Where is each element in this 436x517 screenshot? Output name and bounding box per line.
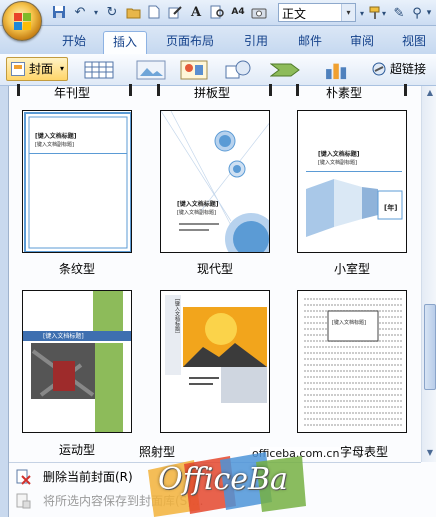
dropdown-arrow-icon[interactable]: ▾ xyxy=(92,3,100,21)
globe-link-icon xyxy=(372,62,386,76)
ribbon-tabs: 开始 插入 页面布局 引用 邮件 审阅 视图 xyxy=(0,26,436,54)
tab-insert[interactable]: 插入 xyxy=(103,31,147,54)
cover-title-text: [键入文档标题] xyxy=(43,333,84,340)
cover-subtitle-text: [键入文档副标题] xyxy=(177,210,216,216)
watermark-brand: OfficeBa xyxy=(158,462,288,497)
chart-icon[interactable] xyxy=(322,60,352,80)
font-name-field[interactable]: 正文 ▾ xyxy=(278,3,356,22)
cover-title-text: [键入文档标题] xyxy=(177,201,219,208)
save-icon[interactable] xyxy=(50,3,68,21)
font-name-value: 正文 xyxy=(282,7,307,21)
scroll-up-icon[interactable]: ▲ xyxy=(423,86,436,100)
camera-icon[interactable] xyxy=(250,3,268,21)
clip-art-icon[interactable] xyxy=(180,60,208,80)
spelling-icon[interactable]: A4 xyxy=(229,3,247,21)
cover-thumbnail-alphabet[interactable]: [键入文档标题] xyxy=(297,290,407,433)
redo-icon[interactable]: ↻ xyxy=(103,3,121,21)
cover-thumbnail-cubicles[interactable]: [键入文档标题] [键入文档副标题] [年] xyxy=(297,110,407,253)
scroll-thumb[interactable] xyxy=(424,304,436,390)
customize-icon[interactable]: ▾ xyxy=(424,4,434,22)
gallery-scrollbar[interactable]: ▲ ▼ xyxy=(421,86,436,462)
edit-icon[interactable] xyxy=(166,3,184,21)
office-button[interactable] xyxy=(2,1,42,41)
cover-title-text: [键入文档标题] xyxy=(332,320,366,326)
dropdown-arrow-icon[interactable]: ▾ xyxy=(358,4,366,22)
dropdown-arrow-icon: ▾ xyxy=(59,64,64,73)
cover-thumbnail-motion[interactable]: [年] [键入文档标题] xyxy=(22,290,132,433)
shapes-icon[interactable] xyxy=(224,60,252,80)
find-icon[interactable] xyxy=(208,3,226,21)
office-logo-icon xyxy=(14,13,31,30)
picture-icon[interactable] xyxy=(136,60,166,80)
cover-page-label: 封面 xyxy=(29,62,54,76)
gallery-label-annual[interactable]: 年刊型 xyxy=(17,84,127,101)
smartart-icon[interactable] xyxy=(270,60,304,80)
cover-thumbnail-stripes[interactable]: [键入文档标题] [键入文档副标题] xyxy=(22,110,132,253)
cover-thumbnail-exposure[interactable]: [键入文档标题] xyxy=(160,290,270,433)
gallery-label-puzzle[interactable]: 拼板型 xyxy=(157,84,267,101)
tab-page-layout[interactable]: 页面布局 xyxy=(158,31,222,54)
save-to-gallery-icon xyxy=(16,493,31,509)
ribbon-insert-group: 封面 ▾ 超链接 xyxy=(0,54,436,86)
cover-title-text: [键入文档标题] xyxy=(174,299,180,333)
cover-page-button[interactable]: 封面 ▾ xyxy=(6,57,68,81)
gallery-label-plain[interactable]: 朴素型 xyxy=(289,84,399,101)
text-a-icon[interactable]: A xyxy=(187,3,205,21)
scroll-down-icon[interactable]: ▼ xyxy=(423,446,436,460)
cover-year-tag: [年] xyxy=(384,204,398,212)
cover-subtitle-text: [键入文档副标题] xyxy=(35,142,74,148)
cover-title-text: [键入文档标题] xyxy=(35,133,77,140)
font-dropdown-icon[interactable]: ▾ xyxy=(341,4,355,21)
remove-cover-icon xyxy=(16,469,31,485)
table-icon[interactable] xyxy=(84,60,114,80)
cover-label-cubicles: 小室型 xyxy=(333,262,370,276)
cover-label-stripes: 条纹型 xyxy=(58,262,95,276)
remove-cover-label: 删除当前封面(R) xyxy=(43,470,133,484)
cover-title-text: [键入文档标题] xyxy=(318,151,360,158)
cover-subtitle-text: [键入文档副标题] xyxy=(318,160,357,166)
tab-mailings[interactable]: 邮件 xyxy=(288,31,332,54)
quick-access-toolbar: ↶ ▾ ↻ A A4 正文 ▾ ▾ ▾ ✎ ⚲ ▾ xyxy=(0,0,436,41)
cover-page-icon xyxy=(11,62,25,76)
undo-icon[interactable]: ↶ xyxy=(71,3,89,21)
tab-review[interactable]: 审阅 xyxy=(340,31,384,54)
tab-home[interactable]: 开始 xyxy=(52,31,96,54)
new-document-icon[interactable] xyxy=(145,3,163,21)
cover-label-modern: 现代型 xyxy=(196,262,233,276)
pin-icon[interactable]: ✎ xyxy=(390,4,408,22)
hyperlink-button[interactable]: 超链接 xyxy=(370,59,426,79)
tab-references[interactable]: 引用 xyxy=(234,31,278,54)
dropdown-arrow-icon[interactable]: ▾ xyxy=(380,4,388,22)
cover-year-tag: [年] xyxy=(49,317,60,324)
tab-view[interactable]: 视图 xyxy=(392,31,436,54)
cover-label-motion: 运动型 xyxy=(58,443,95,457)
open-folder-icon[interactable] xyxy=(124,3,142,21)
cover-thumbnail-modern[interactable]: [键入文档标题] [键入文档副标题] xyxy=(160,110,270,253)
hyperlink-label: 超链接 xyxy=(390,62,427,76)
